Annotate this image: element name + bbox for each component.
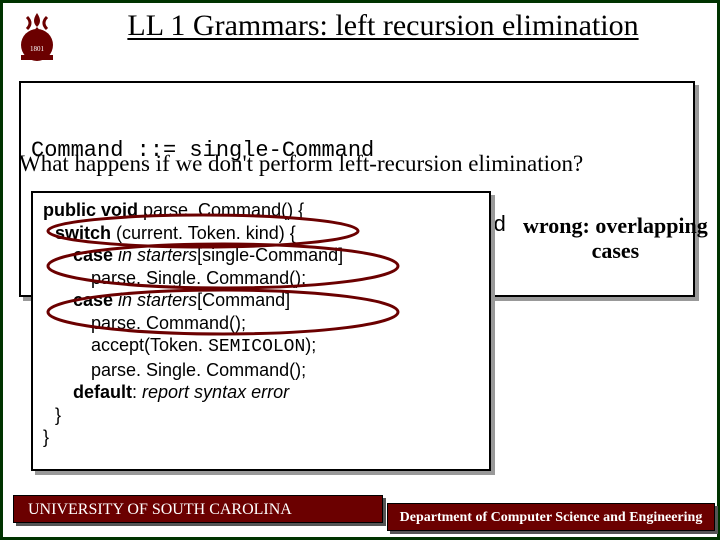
code-l9c: report syntax error — [142, 382, 289, 402]
code-l6: parse. Command(); — [91, 313, 246, 333]
code-l3b: in starters — [118, 245, 197, 265]
code-l1b: parse. Command() { — [138, 200, 304, 220]
code-l4: parse. Single. Command(); — [91, 268, 306, 288]
code-box: public void parse. Command() { switch (c… — [31, 191, 491, 471]
annotation-wrong: wrong: overlapping cases — [523, 213, 708, 264]
kw-public-void: public void — [43, 200, 138, 220]
code-l8: parse. Single. Command(); — [91, 360, 306, 380]
code-l2b: (current. Token. kind) { — [111, 223, 296, 243]
code-l7b: SEMICOLON — [208, 337, 305, 357]
code-l7c: ); — [305, 335, 316, 355]
code-l7a: accept(Token. — [91, 335, 208, 355]
kw-default: default — [73, 382, 132, 402]
code-l5c: [Command] — [197, 290, 290, 310]
university-logo: 1801 — [13, 11, 61, 67]
question-text: What happens if we don't perform left-re… — [19, 151, 583, 177]
footer: UNIVERSITY OF SOUTH CAROLINA Department … — [3, 499, 717, 537]
footer-university: UNIVERSITY OF SOUTH CAROLINA — [13, 495, 383, 523]
kw-case-2: case — [73, 290, 118, 310]
code-l11: } — [43, 427, 49, 447]
kw-case-1: case — [73, 245, 118, 265]
code-l3c: [single-Command] — [197, 245, 343, 265]
code-l9b: : — [132, 382, 142, 402]
slide: 1801 LL 1 Grammars: left recursion elimi… — [0, 0, 720, 540]
code-l10: } — [55, 405, 61, 425]
slide-title: LL 1 Grammars: left recursion eliminatio… — [73, 9, 693, 42]
kw-switch: switch — [55, 223, 111, 243]
code-l5b: in starters — [118, 290, 197, 310]
footer-department: Department of Computer Science and Engin… — [387, 503, 715, 531]
svg-text:1801: 1801 — [30, 45, 45, 53]
annotation-line-1: wrong: overlapping — [523, 213, 708, 238]
annotation-line-2: cases — [523, 238, 708, 263]
